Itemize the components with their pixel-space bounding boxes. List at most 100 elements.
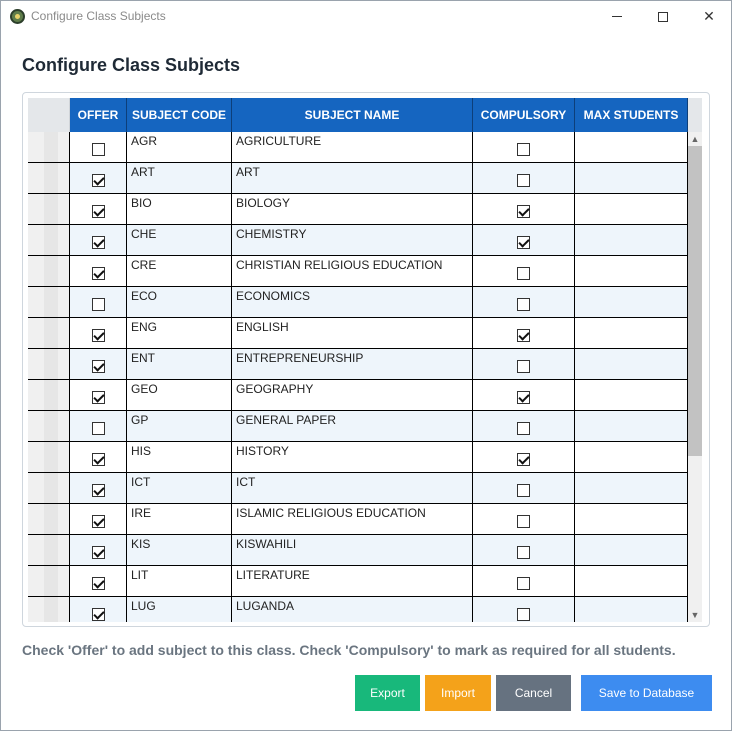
row-header[interactable] (28, 349, 70, 380)
subject-name-cell[interactable]: ISLAMIC RELIGIOUS EDUCATION (232, 504, 473, 535)
cancel-button[interactable]: Cancel (496, 675, 571, 711)
table-row[interactable]: CHE CHEMISTRY (28, 225, 688, 256)
offer-checkbox[interactable] (91, 390, 105, 404)
scrollbar-thumb[interactable] (688, 146, 702, 456)
offer-checkbox[interactable] (91, 266, 105, 280)
subject-name-cell[interactable]: ENTREPRENEURSHIP (232, 349, 473, 380)
max-students-cell[interactable] (575, 318, 688, 349)
compulsory-checkbox[interactable] (517, 297, 530, 311)
subject-code-cell[interactable]: CHE (127, 225, 232, 256)
compulsory-cell[interactable] (473, 225, 575, 256)
compulsory-cell[interactable] (473, 318, 575, 349)
max-students-cell[interactable] (575, 132, 688, 163)
table-row[interactable]: AGR AGRICULTURE (28, 132, 688, 163)
save-to-database-button[interactable]: Save to Database (581, 675, 712, 711)
compulsory-cell[interactable] (473, 411, 575, 442)
row-header[interactable] (28, 163, 70, 194)
subject-name-cell[interactable]: GENERAL PAPER (232, 411, 473, 442)
compulsory-checkbox[interactable] (517, 359, 530, 373)
compulsory-cell[interactable] (473, 256, 575, 287)
max-students-cell[interactable] (575, 163, 688, 194)
offer-cell[interactable] (70, 473, 127, 504)
row-header[interactable] (28, 256, 70, 287)
offer-checkbox[interactable] (91, 576, 105, 590)
compulsory-cell[interactable] (473, 566, 575, 597)
max-students-cell[interactable] (575, 442, 688, 473)
table-row[interactable]: CRE CHRISTIAN RELIGIOUS EDUCATION (28, 256, 688, 287)
close-button[interactable]: ✕ (686, 1, 732, 32)
offer-checkbox[interactable] (91, 328, 105, 342)
compulsory-cell[interactable] (473, 504, 575, 535)
subject-code-cell[interactable]: LIT (127, 566, 232, 597)
offer-cell[interactable] (70, 597, 127, 622)
max-students-cell[interactable] (575, 380, 688, 411)
subject-code-cell[interactable]: ICT (127, 473, 232, 504)
subject-code-cell[interactable]: BIO (127, 194, 232, 225)
subject-name-cell[interactable]: HISTORY (232, 442, 473, 473)
table-row[interactable]: ICT ICT (28, 473, 688, 504)
table-row[interactable]: ART ART (28, 163, 688, 194)
offer-cell[interactable] (70, 349, 127, 380)
subject-name-cell[interactable]: ENGLISH (232, 318, 473, 349)
max-students-cell[interactable] (575, 349, 688, 380)
subject-name-cell[interactable]: ART (232, 163, 473, 194)
table-row[interactable]: ENG ENGLISH (28, 318, 688, 349)
offer-checkbox[interactable] (91, 421, 105, 435)
subject-code-cell[interactable]: IRE (127, 504, 232, 535)
table-row[interactable]: KIS KISWAHILI (28, 535, 688, 566)
row-header[interactable] (28, 194, 70, 225)
table-row[interactable]: LUG LUGANDA (28, 597, 688, 622)
import-button[interactable]: Import (425, 675, 491, 711)
subject-name-cell[interactable]: BIOLOGY (232, 194, 473, 225)
offer-checkbox[interactable] (91, 452, 105, 466)
offer-cell[interactable] (70, 318, 127, 349)
column-header-subject-name[interactable]: SUBJECT NAME (232, 98, 473, 132)
offer-checkbox[interactable] (91, 204, 105, 218)
row-header[interactable] (28, 318, 70, 349)
subject-code-cell[interactable]: HIS (127, 442, 232, 473)
column-header-offer[interactable]: OFFER (70, 98, 127, 132)
subject-name-cell[interactable]: KISWAHILI (232, 535, 473, 566)
offer-checkbox[interactable] (91, 545, 105, 559)
compulsory-cell[interactable] (473, 442, 575, 473)
compulsory-checkbox[interactable] (517, 390, 530, 404)
row-header[interactable] (28, 225, 70, 256)
compulsory-checkbox[interactable] (517, 483, 530, 497)
compulsory-cell[interactable] (473, 194, 575, 225)
offer-cell[interactable] (70, 287, 127, 318)
table-row[interactable]: IRE ISLAMIC RELIGIOUS EDUCATION (28, 504, 688, 535)
offer-checkbox[interactable] (91, 142, 105, 156)
row-header[interactable] (28, 442, 70, 473)
table-row[interactable]: ECO ECONOMICS (28, 287, 688, 318)
subject-code-cell[interactable]: CRE (127, 256, 232, 287)
subject-name-cell[interactable]: LITERATURE (232, 566, 473, 597)
compulsory-cell[interactable] (473, 473, 575, 504)
compulsory-checkbox[interactable] (517, 452, 530, 466)
max-students-cell[interactable] (575, 504, 688, 535)
compulsory-checkbox[interactable] (517, 514, 530, 528)
offer-checkbox[interactable] (91, 297, 105, 311)
subject-name-cell[interactable]: ECONOMICS (232, 287, 473, 318)
offer-cell[interactable] (70, 194, 127, 225)
subject-code-cell[interactable]: AGR (127, 132, 232, 163)
table-row[interactable]: GP GENERAL PAPER (28, 411, 688, 442)
row-header-corner[interactable] (28, 98, 70, 132)
offer-checkbox[interactable] (91, 359, 105, 373)
compulsory-checkbox[interactable] (517, 421, 530, 435)
max-students-cell[interactable] (575, 411, 688, 442)
export-button[interactable]: Export (355, 675, 420, 711)
max-students-cell[interactable] (575, 566, 688, 597)
compulsory-checkbox[interactable] (517, 266, 530, 280)
compulsory-cell[interactable] (473, 163, 575, 194)
subject-code-cell[interactable]: ECO (127, 287, 232, 318)
compulsory-cell[interactable] (473, 287, 575, 318)
table-row[interactable]: HIS HISTORY (28, 442, 688, 473)
compulsory-checkbox[interactable] (517, 173, 530, 187)
max-students-cell[interactable] (575, 597, 688, 622)
compulsory-cell[interactable] (473, 349, 575, 380)
row-header[interactable] (28, 287, 70, 318)
max-students-cell[interactable] (575, 287, 688, 318)
subject-code-cell[interactable]: ENT (127, 349, 232, 380)
max-students-cell[interactable] (575, 194, 688, 225)
subject-code-cell[interactable]: ART (127, 163, 232, 194)
